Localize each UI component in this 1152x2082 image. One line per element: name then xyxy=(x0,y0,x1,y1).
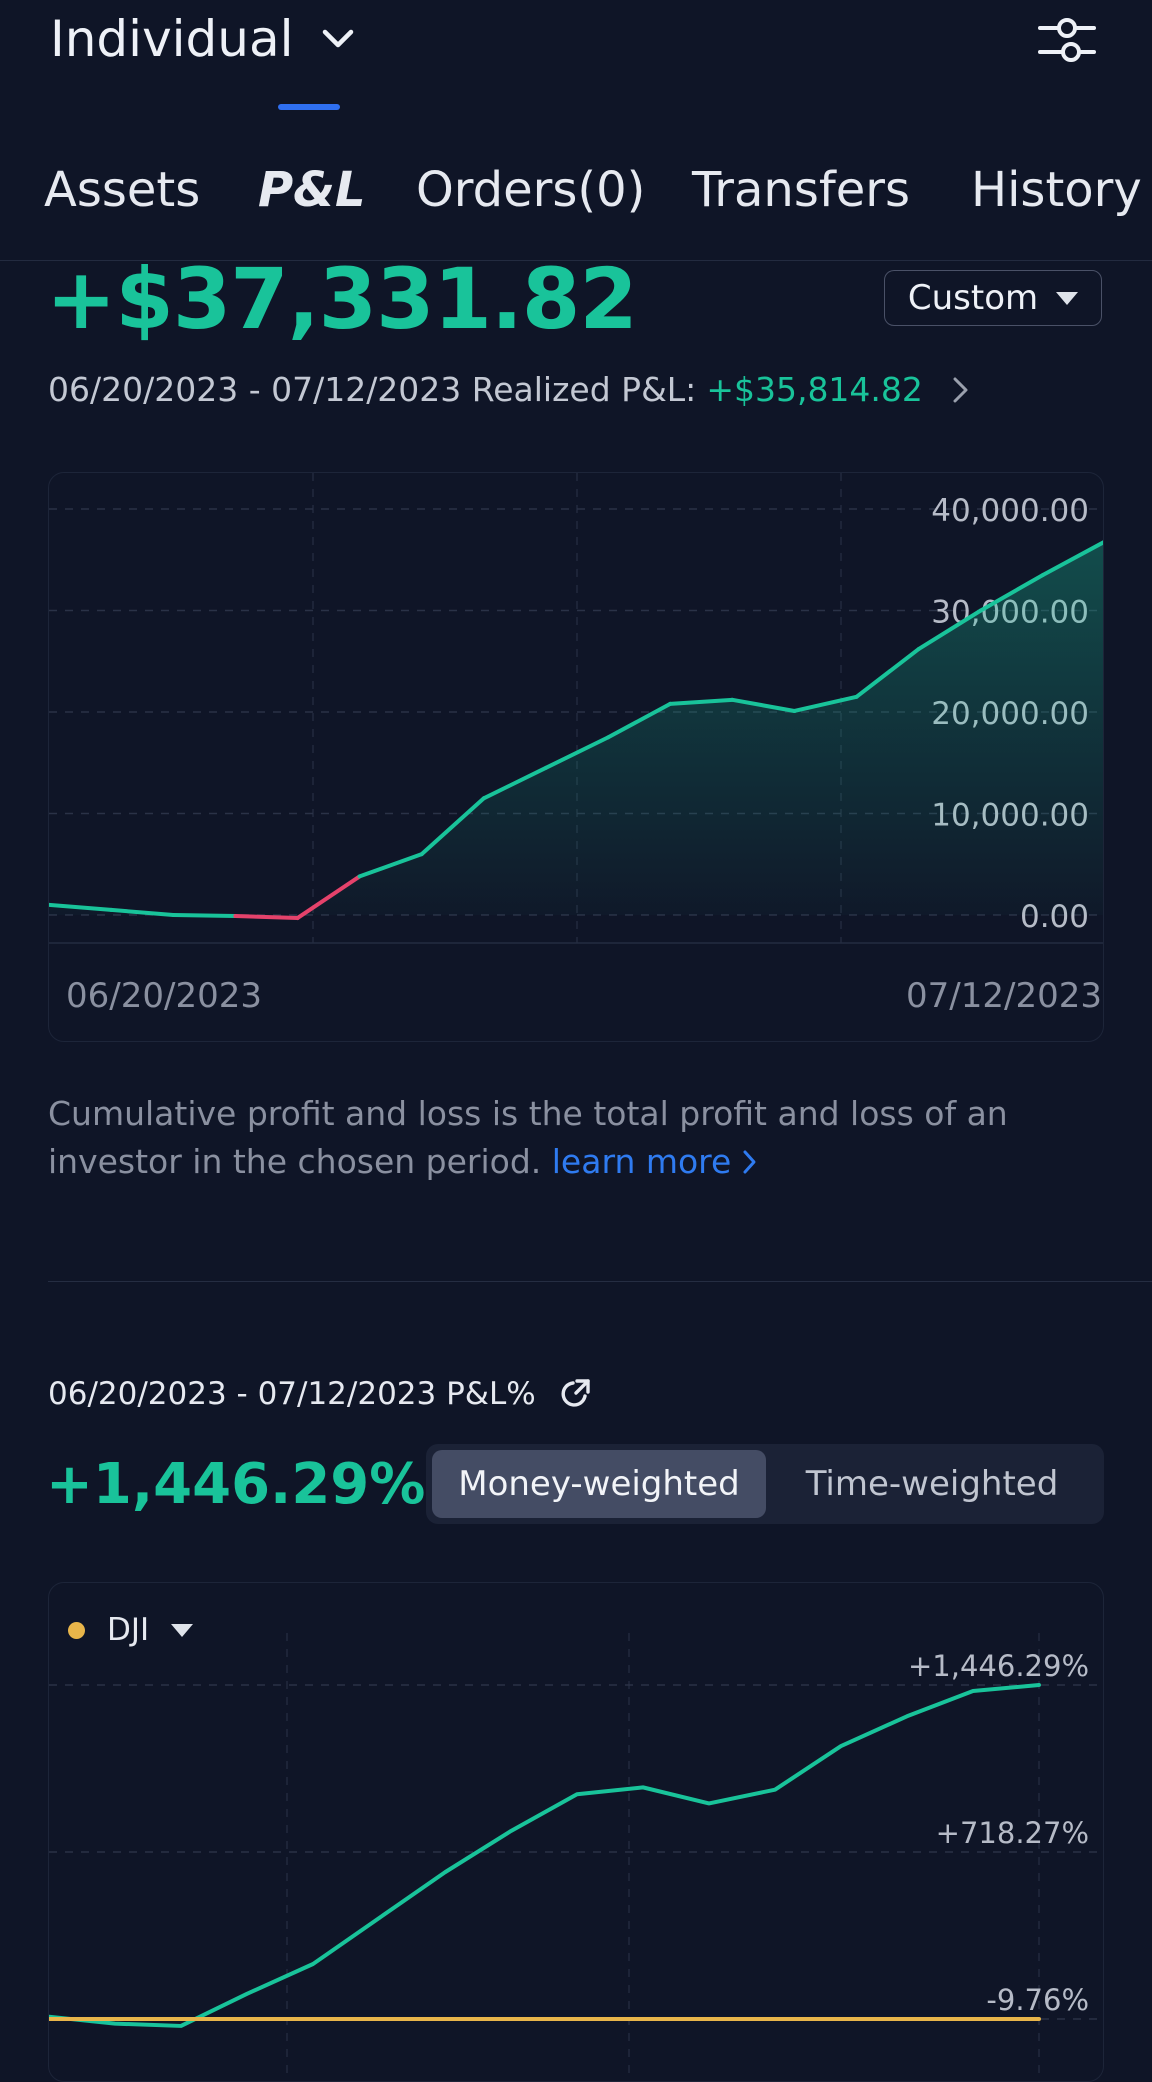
pl-line-segment xyxy=(233,914,300,921)
learn-more-link[interactable]: learn more xyxy=(552,1142,758,1181)
chevron-right-icon xyxy=(953,377,968,402)
tab-transfers[interactable]: Transfers xyxy=(692,162,910,218)
chevron-down-icon xyxy=(322,29,353,48)
tab-assets[interactable]: Assets xyxy=(44,162,200,218)
realized-value: +$35,814.82 xyxy=(706,370,923,409)
pl-line-segment xyxy=(171,913,238,919)
learn-more-label: learn more xyxy=(551,1142,732,1181)
pct-chart: +1,446.29% +718.27% -9.76% xyxy=(49,1633,1103,2081)
pct-chart-card: +1,446.29% +718.27% -9.76% xyxy=(48,1582,1104,2082)
pct-header: 06/20/2023 - 07/12/2023 P&L% xyxy=(48,1376,592,1412)
chevron-right-icon xyxy=(743,1150,756,1174)
tab-bar: Assets P&L Orders(0) Transfers History xyxy=(0,150,1152,260)
benchmark-selector[interactable]: DJI xyxy=(68,1612,194,1648)
tab-divider xyxy=(0,260,1152,261)
pl-chart-card: 40,000.0030,000.0020,000.0010,000.000.00 xyxy=(48,472,1104,1042)
weighting-toggle: Money-weighted Time-weighted xyxy=(426,1444,1104,1524)
realized-pl-row[interactable]: 06/20/2023 - 07/12/2023 Realized P&L: +$… xyxy=(48,370,971,409)
realized-label: Realized P&L: xyxy=(471,370,697,409)
section-divider xyxy=(48,1281,1152,1282)
account-selector[interactable]: Individual xyxy=(50,10,356,68)
period-dropdown[interactable]: Custom xyxy=(884,270,1102,326)
y-tick-label: -9.76% xyxy=(986,1983,1089,2017)
pct-header-label: 06/20/2023 - 07/12/2023 P&L% xyxy=(48,1376,536,1412)
chart-description: Cumulative profit and loss is the total … xyxy=(48,1090,1058,1186)
chart-end-date: 07/12/2023 xyxy=(906,976,1102,1016)
tab-history[interactable]: History xyxy=(971,162,1142,218)
caret-down-icon xyxy=(1056,291,1079,305)
total-pl-value: +$37,331.82 xyxy=(46,250,638,348)
account-name: Individual xyxy=(50,10,294,68)
description-text: Cumulative profit and loss is the total … xyxy=(48,1094,1008,1181)
tab-orders[interactable]: Orders(0) xyxy=(416,162,645,218)
benchmark-label: DJI xyxy=(107,1612,150,1648)
period-label: Custom xyxy=(907,278,1039,318)
y-tick-label: 40,000.00 xyxy=(931,493,1089,529)
share-icon[interactable] xyxy=(558,1377,592,1411)
time-weighted-button[interactable]: Time-weighted xyxy=(766,1450,1098,1518)
active-tab-indicator xyxy=(278,104,340,110)
tab-pl[interactable]: P&L xyxy=(258,162,366,218)
caret-down-icon xyxy=(171,1623,194,1637)
pl-chart: 40,000.0030,000.0020,000.0010,000.000.00 xyxy=(49,473,1103,944)
money-weighted-button[interactable]: Money-weighted xyxy=(432,1450,766,1518)
y-tick-label: +718.27% xyxy=(936,1816,1089,1850)
pl-pct-line xyxy=(49,1683,1041,2028)
y-tick-label: +1,446.29% xyxy=(908,1649,1089,1683)
chart-start-date: 06/20/2023 xyxy=(66,976,262,1016)
pct-value: +1,446.29% xyxy=(46,1452,426,1517)
benchmark-legend-dot xyxy=(68,1621,85,1639)
date-range: 06/20/2023 - 07/12/2023 xyxy=(48,370,462,409)
filter-settings-icon[interactable] xyxy=(1038,14,1096,64)
